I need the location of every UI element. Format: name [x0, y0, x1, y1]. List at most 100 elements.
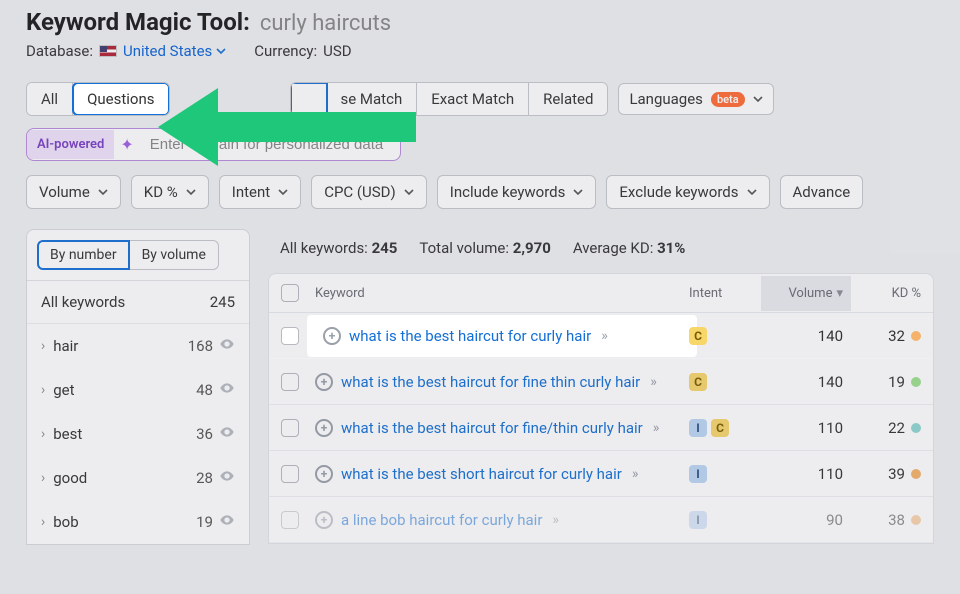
- database-value: United States: [123, 42, 212, 60]
- sidebar-all-keywords[interactable]: All keywords 245: [27, 281, 249, 324]
- intent-badge-i: I: [689, 465, 707, 483]
- chevron-right-icon: ›: [41, 338, 45, 354]
- eye-icon[interactable]: [219, 336, 235, 356]
- currency-value: USD: [323, 42, 351, 60]
- intent-badge-c: C: [689, 327, 707, 345]
- row-checkbox[interactable]: [281, 327, 299, 345]
- sidebar-all-label: All keywords: [41, 293, 125, 311]
- sidebar-item-count: 28: [196, 469, 213, 487]
- currency-label: Currency:: [254, 42, 317, 60]
- match-type-group: se Match Exact Match Related: [290, 82, 609, 116]
- keyword-link[interactable]: a line bob haircut for curly hair: [341, 511, 542, 529]
- add-keyword-icon[interactable]: +: [315, 465, 333, 483]
- sidebar-tab-by-number[interactable]: By number: [37, 240, 130, 270]
- sidebar-item-label: bob: [53, 513, 78, 531]
- filter-volume[interactable]: Volume: [26, 175, 121, 209]
- filter-advanced[interactable]: Advance: [780, 175, 864, 209]
- chevron-down-icon: [753, 94, 763, 104]
- add-keyword-icon[interactable]: +: [315, 373, 333, 391]
- currency-display: Currency: USD: [254, 42, 351, 60]
- beta-badge: beta: [711, 92, 745, 107]
- select-all-checkbox[interactable]: [281, 284, 299, 302]
- kd-cell: 38: [851, 511, 921, 529]
- intent-badge-c: C: [689, 373, 707, 391]
- eye-icon[interactable]: [219, 512, 235, 532]
- keyword-link[interactable]: what is the best haircut for curly hair: [349, 327, 591, 345]
- tab-exact-match[interactable]: Exact Match: [417, 83, 529, 115]
- keywords-table: Keyword Intent Volume ▾ KD % + what is t…: [268, 273, 934, 544]
- add-keyword-icon[interactable]: +: [323, 327, 341, 345]
- intent-badges: IC: [689, 419, 729, 437]
- row-checkbox[interactable]: [281, 465, 299, 483]
- ai-domain-input-wrap: AI-powered ✦: [26, 128, 401, 161]
- kd-difficulty-dot: [911, 515, 921, 525]
- table-row: + what is the best haircut for fine thin…: [269, 359, 933, 405]
- chevron-down-icon: [186, 187, 196, 197]
- kd-difficulty-dot: [911, 377, 921, 387]
- sidebar-group-item[interactable]: › bob 19: [27, 500, 249, 544]
- kd-difficulty-dot: [911, 469, 921, 479]
- th-kd[interactable]: KD %: [851, 286, 921, 301]
- th-keyword[interactable]: Keyword: [315, 286, 689, 301]
- double-chevron-icon: »: [632, 466, 639, 482]
- table-header: Keyword Intent Volume ▾ KD %: [269, 274, 933, 313]
- filter-include-keywords[interactable]: Include keywords: [437, 175, 597, 209]
- sidebar-item-count: 48: [196, 381, 213, 399]
- add-keyword-icon[interactable]: +: [315, 511, 333, 529]
- filter-kd[interactable]: KD %: [131, 175, 209, 209]
- intent-badges: C: [689, 373, 707, 391]
- chevron-down-icon: [404, 187, 414, 197]
- kd-difficulty-dot: [911, 423, 921, 433]
- sidebar-group-item[interactable]: › hair 168: [27, 324, 249, 368]
- sidebar-item-count: 19: [196, 513, 213, 531]
- double-chevron-icon: »: [650, 374, 657, 390]
- filter-cpc[interactable]: CPC (USD): [311, 175, 427, 209]
- th-intent[interactable]: Intent: [689, 286, 761, 301]
- keyword-link[interactable]: what is the best short haircut for curly…: [341, 465, 622, 483]
- filter-exclude-keywords[interactable]: Exclude keywords: [606, 175, 769, 209]
- kd-cell: 22: [851, 419, 921, 437]
- languages-dropdown[interactable]: Languages beta: [618, 83, 773, 115]
- tab-broad-match[interactable]: [290, 82, 328, 116]
- volume-cell: 140: [761, 327, 851, 345]
- chevron-right-icon: ›: [41, 382, 45, 398]
- filter-intent[interactable]: Intent: [219, 175, 301, 209]
- chevron-right-icon: ›: [41, 514, 45, 530]
- languages-label: Languages: [629, 90, 703, 108]
- kd-difficulty-dot: [911, 331, 921, 341]
- sidebar-tab-by-volume[interactable]: By volume: [130, 240, 219, 270]
- table-row: + a line bob haircut for curly hair » I …: [269, 497, 933, 543]
- ai-domain-input[interactable]: [140, 129, 400, 160]
- sidebar-group-item[interactable]: › good 28: [27, 456, 249, 500]
- tab-related[interactable]: Related: [529, 83, 607, 115]
- tab-all[interactable]: All: [27, 83, 73, 115]
- keyword-link[interactable]: what is the best haircut for fine/thin c…: [341, 419, 643, 437]
- th-volume[interactable]: Volume ▾: [761, 276, 851, 311]
- volume-cell: 140: [761, 373, 851, 391]
- chevron-down-icon: [98, 187, 108, 197]
- sidebar-group-item[interactable]: › best 36: [27, 412, 249, 456]
- sidebar-all-count: 245: [210, 293, 235, 311]
- chevron-down-icon: [573, 187, 583, 197]
- row-checkbox[interactable]: [281, 511, 299, 529]
- chevron-down-icon: [278, 187, 288, 197]
- page-title: Keyword Magic Tool:: [26, 8, 250, 36]
- eye-icon[interactable]: [219, 380, 235, 400]
- keyword-link[interactable]: what is the best haircut for fine thin c…: [341, 373, 640, 391]
- tab-phrase-match[interactable]: se Match: [327, 83, 418, 115]
- database-selector[interactable]: Database: United States: [26, 42, 226, 60]
- tab-questions[interactable]: Questions: [72, 82, 169, 116]
- add-keyword-icon[interactable]: +: [315, 419, 333, 437]
- row-checkbox[interactable]: [281, 373, 299, 391]
- sidebar-item-label: get: [53, 381, 74, 399]
- double-chevron-icon: »: [601, 328, 608, 344]
- intent-badge-c: C: [711, 419, 729, 437]
- chevron-down-icon: [747, 187, 757, 197]
- intent-badges: I: [689, 465, 707, 483]
- eye-icon[interactable]: [219, 424, 235, 444]
- volume-cell: 110: [761, 419, 851, 437]
- sidebar-group-item[interactable]: › get 48: [27, 368, 249, 412]
- row-checkbox[interactable]: [281, 419, 299, 437]
- eye-icon[interactable]: [219, 468, 235, 488]
- volume-cell: 90: [761, 511, 851, 529]
